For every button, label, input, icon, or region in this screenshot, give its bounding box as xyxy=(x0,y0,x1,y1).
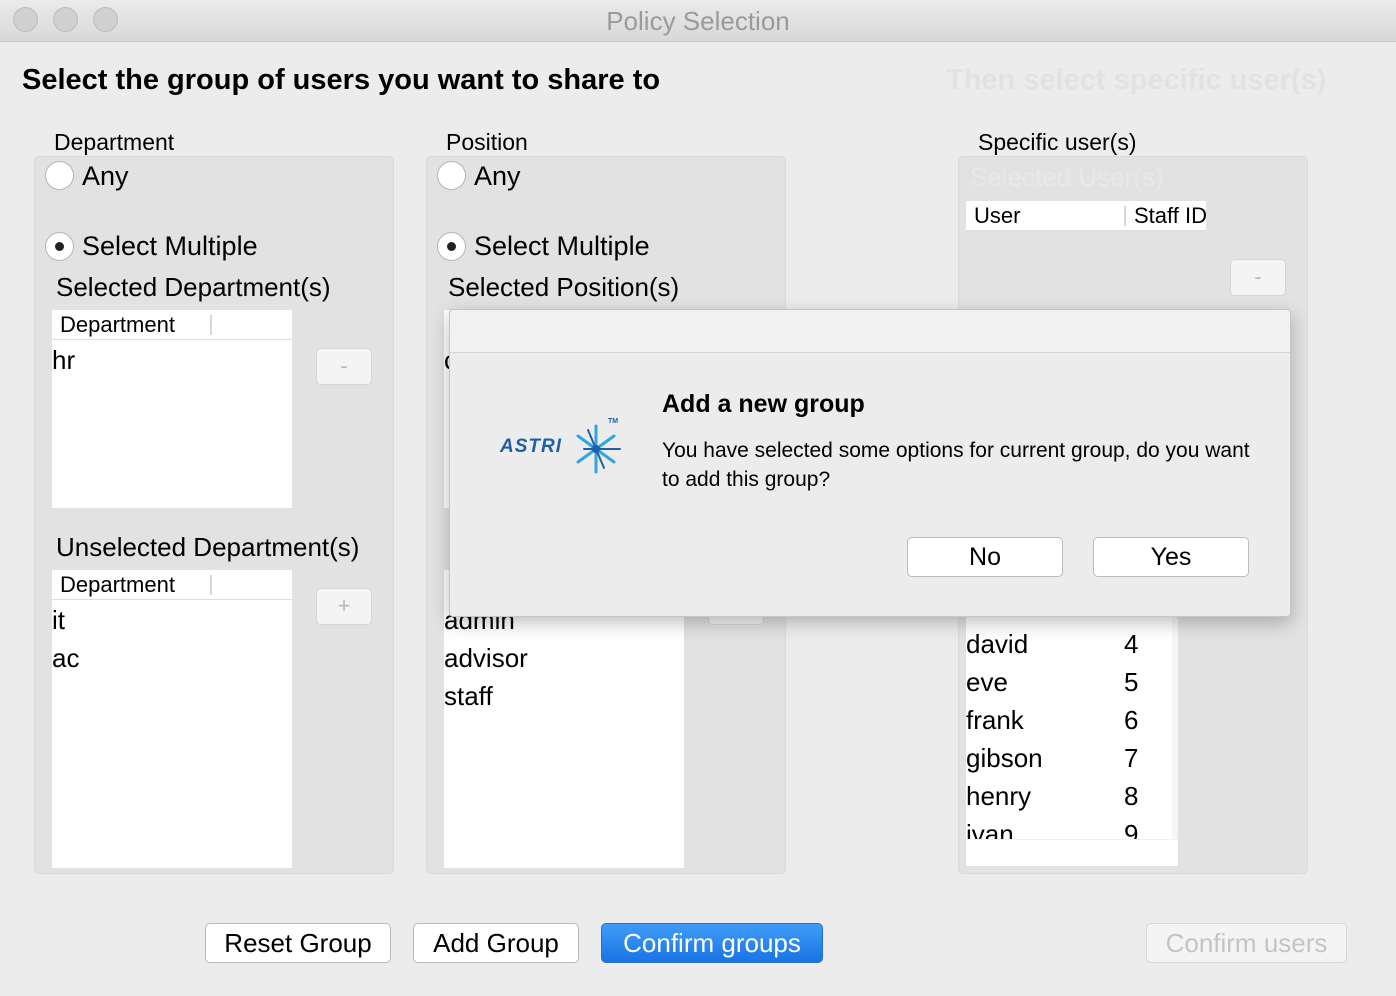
remove-department-button[interactable]: - xyxy=(316,348,372,385)
position-any-radio[interactable] xyxy=(437,161,466,190)
dialog-yes-button[interactable]: Yes xyxy=(1093,537,1249,577)
user-row-id[interactable]: 4 xyxy=(1124,629,1138,660)
unselected-position-row[interactable]: staff xyxy=(444,681,493,712)
confirm-users-button[interactable]: Confirm users xyxy=(1146,923,1347,963)
department-multi-radio[interactable] xyxy=(45,232,74,261)
selected-departments-header[interactable]: Department xyxy=(52,310,292,340)
position-label: Position xyxy=(446,129,528,155)
dialog-title: Add a new group xyxy=(662,390,865,418)
dialog-message: You have selected some options for curre… xyxy=(662,439,1250,491)
user-row-name[interactable]: gibson xyxy=(966,743,1043,774)
position-multi-radio[interactable] xyxy=(437,232,466,261)
staff-id-column-header[interactable]: Staff ID xyxy=(1134,201,1206,230)
logo-text: ASTRI xyxy=(500,436,562,457)
department-label: Department xyxy=(54,129,175,155)
department-column-header[interactable]: Department xyxy=(60,310,175,340)
selected-department-row[interactable]: hr xyxy=(52,345,75,376)
users-table[interactable]: david 4 eve 5 frank 6 gibson 7 henry 8 i… xyxy=(966,612,1178,866)
user-row-id[interactable]: 5 xyxy=(1124,667,1138,698)
user-row-name[interactable]: eve xyxy=(966,667,1008,698)
users-heading: Then select specific user(s) xyxy=(946,64,1327,96)
user-row-name[interactable]: david xyxy=(966,629,1028,660)
selected-users-header[interactable]: User Staff ID xyxy=(966,201,1206,231)
reset-group-button[interactable]: Reset Group xyxy=(205,923,391,963)
department-any-label: Any xyxy=(82,161,129,191)
user-row-id[interactable]: 7 xyxy=(1124,743,1138,774)
window-title: Policy Selection xyxy=(606,6,790,36)
unselected-department-row[interactable]: ac xyxy=(52,643,79,674)
logo-trademark: TM xyxy=(608,418,619,425)
selected-departments-title: Selected Department(s) xyxy=(56,272,331,302)
department-column-header[interactable]: Department xyxy=(60,570,175,600)
add-group-button[interactable]: Add Group xyxy=(413,923,579,963)
position-multi-label: Select Multiple xyxy=(474,231,650,261)
dialog-title-bar xyxy=(450,310,1290,353)
unselected-department-row[interactable]: it xyxy=(52,605,65,636)
department-multi-label: Select Multiple xyxy=(82,231,258,261)
user-row-id[interactable]: 6 xyxy=(1124,705,1138,736)
users-vertical-scrollbar[interactable] xyxy=(1172,612,1178,839)
user-column-header[interactable]: User xyxy=(974,201,1020,230)
position-any-label: Any xyxy=(474,161,521,191)
astri-logo: ASTRI TM xyxy=(500,416,630,480)
users-label: Specific user(s) xyxy=(978,129,1137,155)
unselected-departments-table[interactable]: Department it ac xyxy=(52,570,292,868)
selected-positions-title: Selected Position(s) xyxy=(448,272,680,302)
user-row-id[interactable]: 9 xyxy=(1124,819,1138,841)
user-row-name[interactable]: frank xyxy=(966,705,1024,736)
title-bar: Policy Selection xyxy=(0,0,1396,42)
selected-departments-table[interactable]: Department hr xyxy=(52,310,292,508)
users-horizontal-scrollbar[interactable] xyxy=(966,839,1178,866)
selected-users-title: Selected User(s) xyxy=(970,162,1164,192)
add-department-button[interactable]: + xyxy=(316,588,372,625)
dialog-no-button[interactable]: No xyxy=(907,537,1063,577)
user-row-name[interactable]: henry xyxy=(966,781,1031,812)
unselected-departments-header[interactable]: Department xyxy=(52,570,292,600)
user-row-id[interactable]: 8 xyxy=(1124,781,1138,812)
add-group-dialog: ASTRI TM Add a new group You have select… xyxy=(449,309,1291,617)
group-heading: Select the group of users you want to sh… xyxy=(22,64,661,96)
confirm-groups-button[interactable]: Confirm groups xyxy=(601,923,823,963)
department-any-radio[interactable] xyxy=(45,161,74,190)
unselected-departments-title: Unselected Department(s) xyxy=(56,532,360,562)
user-row-name[interactable]: ivan xyxy=(966,819,1014,841)
unselected-position-row[interactable]: advisor xyxy=(444,643,528,674)
remove-user-button[interactable]: - xyxy=(1230,259,1286,296)
